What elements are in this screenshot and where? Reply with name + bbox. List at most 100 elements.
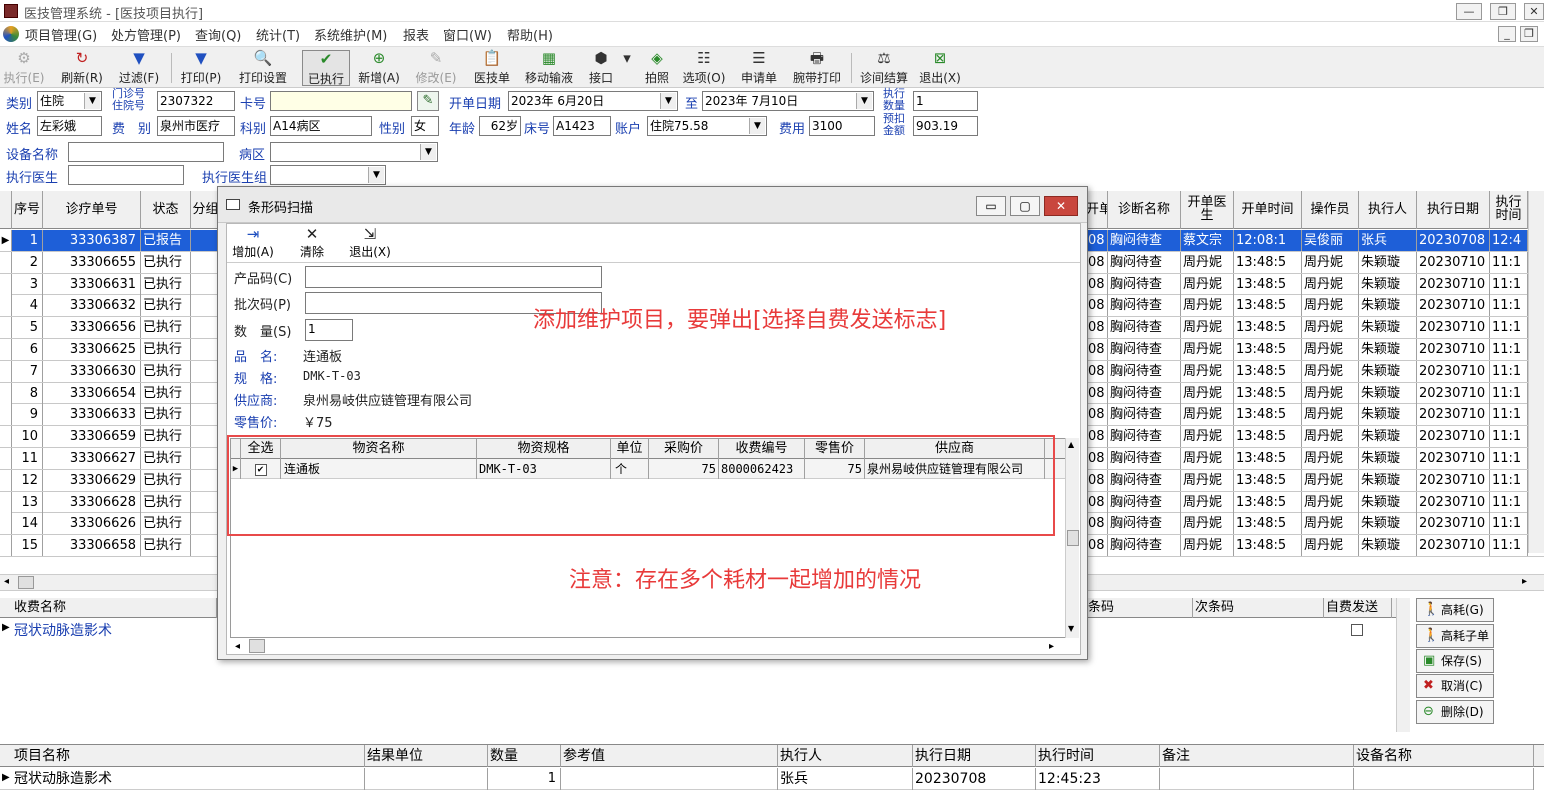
col-result-exec-time[interactable]: 执行时间: [1036, 745, 1160, 767]
edit-button[interactable]: ✎ 修改(E): [412, 50, 460, 86]
print-setup-button[interactable]: 🔍 打印设置: [234, 50, 292, 86]
interface-dropdown[interactable]: ▾: [620, 50, 634, 86]
ward-select[interactable]: ▼: [270, 142, 438, 162]
end-date-picker[interactable]: 2023年 7月10日 ▼: [702, 91, 874, 111]
grid-vertical-scrollbar[interactable]: [1528, 191, 1544, 553]
filter-button[interactable]: ▼ 过滤(F): [115, 50, 163, 86]
dialog-clear-button[interactable]: ✕ 清除: [297, 226, 327, 260]
col-result-exec-date[interactable]: 执行日期: [913, 745, 1036, 767]
col-self-pay[interactable]: 自费发送: [1324, 598, 1392, 618]
col-order-doctor[interactable]: 开单医生: [1181, 191, 1234, 229]
mobile-infusion-button[interactable]: ▦ 移动输液: [520, 50, 578, 86]
menu-project[interactable]: 项目管理(G): [25, 25, 97, 44]
menu-prescription[interactable]: 处方管理(P): [111, 25, 181, 44]
scroll-left-icon[interactable]: ◂: [235, 641, 240, 652]
interface-button[interactable]: ⬢ 接口: [584, 50, 618, 86]
col-exec-date[interactable]: 执行日期: [1417, 191, 1490, 229]
print-button[interactable]: ▼ 打印(P): [177, 50, 225, 86]
col-seq[interactable]: 序号: [12, 191, 43, 229]
menu-help[interactable]: 帮助(H): [507, 25, 553, 44]
dept-input[interactable]: A14病区: [270, 116, 372, 136]
menu-window[interactable]: 窗口(W): [443, 25, 492, 44]
material-vscroll[interactable]: ▲ ▼: [1065, 438, 1079, 638]
photo-button[interactable]: ◈ 拍照: [640, 50, 674, 86]
minimize-button[interactable]: —: [1456, 3, 1482, 20]
app-menu-icon[interactable]: [3, 26, 19, 42]
exec-doctor-input[interactable]: [68, 165, 184, 185]
col-order-time[interactable]: 开单时间: [1234, 191, 1302, 229]
high-consumable-button[interactable]: 🚶 高耗(G): [1416, 598, 1494, 622]
tech-order-button[interactable]: 📋 医技单: [470, 50, 514, 86]
add-button[interactable]: ⊕ 新增(A): [355, 50, 403, 86]
category-select[interactable]: 住院 ▼: [37, 91, 102, 111]
quantity-input[interactable]: 1: [305, 319, 353, 341]
scroll-right-icon[interactable]: ▸: [1049, 641, 1054, 652]
save-button[interactable]: ▣ 保存(S): [1416, 649, 1494, 673]
scroll-right-icon[interactable]: ▸: [1522, 576, 1527, 587]
scroll-left-icon[interactable]: ◂: [4, 576, 9, 587]
card-input[interactable]: [270, 91, 412, 111]
col-diagnosis[interactable]: 诊断名称: [1108, 191, 1181, 229]
close-button[interactable]: ✕: [1524, 3, 1544, 20]
col-sub-barcode[interactable]: 次条码: [1193, 598, 1324, 618]
sex-input[interactable]: 女: [411, 116, 439, 136]
request-form-button[interactable]: ☰ 申请单: [736, 50, 782, 86]
menu-query[interactable]: 查询(Q): [195, 25, 241, 44]
col-exec-time[interactable]: 执行时间: [1490, 191, 1528, 229]
col-fee-name[interactable]: 收费名称: [12, 598, 217, 618]
account-select[interactable]: 住院75.58 ▼: [647, 116, 767, 136]
scroll-up-icon[interactable]: ▲: [1068, 440, 1074, 449]
name-input[interactable]: 左彩娥: [37, 116, 102, 136]
exec-doctor-group-select[interactable]: ▼: [270, 165, 386, 185]
delete-button[interactable]: ⊖ 删除(D): [1416, 700, 1494, 724]
refresh-button[interactable]: ↻ 刷新(R): [58, 50, 106, 86]
bed-input[interactable]: A1423: [553, 116, 611, 136]
menu-report[interactable]: 报表: [403, 25, 429, 44]
start-date-picker[interactable]: 2023年 6月20日 ▼: [508, 91, 678, 111]
col-order-no[interactable]: 诊疗单号: [43, 191, 141, 229]
executed-toggle[interactable]: ✔ 已执行: [302, 50, 350, 86]
cancel-button[interactable]: ✖ 取消(C): [1416, 674, 1494, 698]
col-item-name[interactable]: 项目名称: [12, 745, 365, 767]
col-quantity[interactable]: 数量: [488, 745, 561, 767]
read-card-icon[interactable]: ✎: [417, 91, 439, 111]
settlement-button[interactable]: ⚖ 诊间结算: [856, 50, 912, 86]
fee-type-input[interactable]: 泉州市医疗: [157, 116, 235, 136]
self-pay-checkbox[interactable]: [1351, 622, 1363, 637]
mdi-restore-button[interactable]: ❐: [1520, 26, 1538, 42]
wristband-print-button[interactable]: 🖶 腕带打印: [788, 50, 846, 86]
age-input[interactable]: 62岁: [479, 116, 521, 136]
dialog-title-bar[interactable]: 条形码扫描 ▭ ▢ ✕: [218, 187, 1087, 223]
device-input[interactable]: [68, 142, 224, 162]
scroll-thumb[interactable]: [18, 576, 34, 589]
col-device-name[interactable]: 设备名称: [1354, 745, 1534, 767]
col-result-executor[interactable]: 执行人: [778, 745, 913, 767]
execute-button[interactable]: ⚙ 执行(E): [1, 50, 47, 86]
cost-input[interactable]: 3100: [809, 116, 875, 136]
col-order-date[interactable]: 开单日期: [1086, 191, 1108, 229]
menu-stats[interactable]: 统计(T): [256, 25, 300, 44]
restore-button[interactable]: ❐: [1490, 3, 1516, 20]
fee-scrollbar[interactable]: [1396, 598, 1410, 732]
dialog-maximize-button[interactable]: ▢: [1010, 196, 1040, 216]
col-reference[interactable]: 参考值: [561, 745, 778, 767]
material-hscroll-thumb[interactable]: [249, 639, 265, 653]
dialog-add-button[interactable]: ⇥ 增加(A): [230, 226, 276, 260]
product-code-input[interactable]: [305, 266, 602, 288]
result-row[interactable]: ▶ 冠状动脉造影术 1 张兵 20230708 12:45:23: [0, 768, 1534, 790]
dialog-close-button[interactable]: ✕: [1044, 196, 1078, 216]
exit-button[interactable]: ⊠ 退出(X): [916, 50, 964, 86]
col-status[interactable]: 状态: [141, 191, 191, 229]
col-result-unit[interactable]: 结果单位: [365, 745, 488, 767]
options-button[interactable]: ☷ 选项(O): [680, 50, 728, 86]
dialog-exit-button[interactable]: ⇲ 退出(X): [347, 226, 393, 260]
col-barcode[interactable]: 条码: [1086, 598, 1193, 618]
high-consumable-sub-button[interactable]: 🚶 高耗子单: [1416, 624, 1494, 648]
col-executor[interactable]: 执行人: [1359, 191, 1417, 229]
mdi-minimize-button[interactable]: _: [1498, 26, 1516, 42]
col-operator[interactable]: 操作员: [1302, 191, 1359, 229]
menu-system[interactable]: 系统维护(M): [314, 25, 387, 44]
col-remark[interactable]: 备注: [1160, 745, 1354, 767]
material-vscroll-thumb[interactable]: [1067, 530, 1079, 546]
dialog-minimize-button[interactable]: ▭: [976, 196, 1006, 216]
